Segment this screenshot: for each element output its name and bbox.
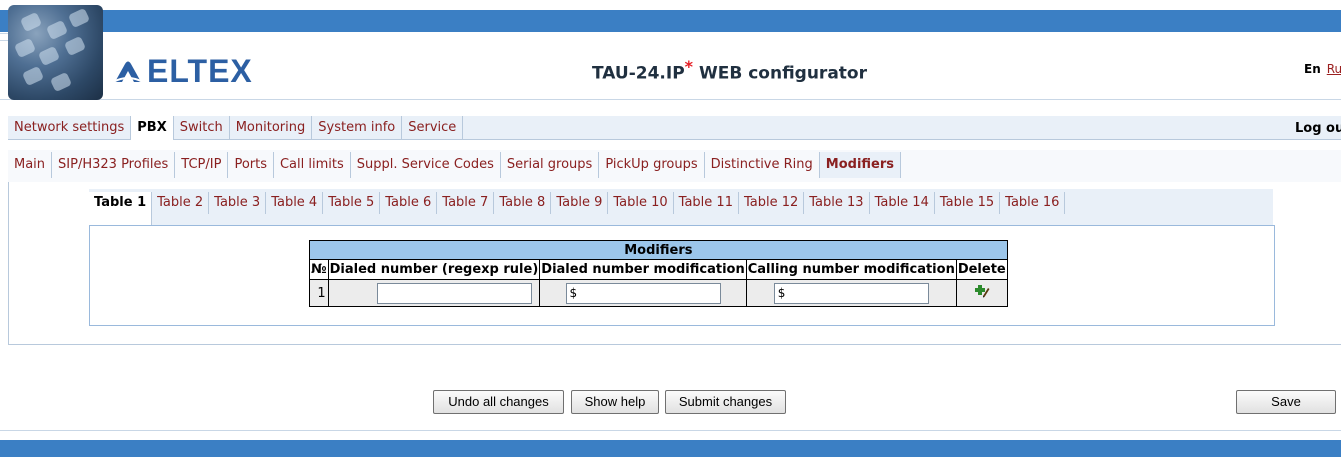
header-divider	[0, 99, 1341, 103]
lang-ru[interactable]: Ru	[1327, 62, 1341, 76]
add-delete-icon[interactable]	[974, 284, 990, 298]
column-header-delete: Delete	[955, 259, 1008, 280]
sub-nav-pickup-groups[interactable]: PickUp groups	[599, 152, 705, 178]
tab-table-5[interactable]: Table 5	[323, 192, 381, 214]
page: ELTEX TAU-24.IP* WEB configurator En Ru N…	[0, 0, 1341, 457]
column-header-dialed-modification: Dialed number modification	[539, 259, 747, 280]
sub-nav-modifiers[interactable]: Modifiers	[819, 152, 902, 178]
modifiers-caption: Modifiers	[309, 240, 1008, 260]
regexp-cell	[327, 279, 541, 307]
dialed-mod-cell	[539, 279, 747, 307]
tab-table-12[interactable]: Table 12	[739, 192, 805, 214]
footer-lines	[0, 430, 1341, 440]
tab-table-9[interactable]: Table 9	[551, 192, 609, 214]
table-row: 1	[309, 279, 1008, 307]
top-nav-monitoring[interactable]: Monitoring	[230, 116, 313, 140]
delete-cell	[955, 279, 1008, 307]
tab-table-15[interactable]: Table 15	[935, 192, 1001, 214]
top-nav-network-settings[interactable]: Network settings	[8, 116, 132, 140]
column-header-regexp: Dialed number (regexp rule)	[327, 259, 541, 280]
calling-modification-input[interactable]	[773, 282, 929, 304]
top-nav: Network settings PBX Switch Monitoring S…	[8, 116, 1341, 140]
sub-nav-serial-groups[interactable]: Serial groups	[501, 152, 600, 178]
tab-table-1[interactable]: Table 1	[89, 192, 153, 225]
tab-table-3[interactable]: Table 3	[209, 192, 267, 214]
page-title: TAU-24.IP* WEB configurator	[592, 57, 867, 84]
row-number: 1	[309, 279, 329, 307]
title-model: TAU-24.IP	[592, 63, 685, 84]
calling-mod-cell	[745, 279, 957, 307]
tab-table-16[interactable]: Table 16	[1000, 192, 1066, 214]
sub-nav: Main SIP/H323 Profiles TCP/IP Ports Call…	[8, 150, 1341, 182]
top-nav-system-info[interactable]: System info	[312, 116, 403, 140]
tab-table-13[interactable]: Table 13	[804, 192, 870, 214]
sub-nav-call-limits[interactable]: Call limits	[274, 152, 351, 178]
header-photo	[8, 5, 103, 100]
eltex-logo-icon	[113, 61, 143, 83]
tab-table-2[interactable]: Table 2	[152, 192, 210, 214]
dialed-modification-input[interactable]	[565, 282, 721, 304]
logout-link[interactable]: Log out	[1295, 121, 1341, 136]
tab-table-8[interactable]: Table 8	[494, 192, 552, 214]
save-button[interactable]: Save	[1236, 390, 1336, 414]
tab-table-4[interactable]: Table 4	[266, 192, 324, 214]
undo-all-changes-button[interactable]: Undo all changes	[433, 390, 564, 414]
eltex-logo: ELTEX	[113, 52, 253, 89]
tab-table-7[interactable]: Table 7	[437, 192, 495, 214]
table-tabs: Table 1 Table 2 Table 3 Table 4 Table 5 …	[89, 189, 1273, 225]
sub-nav-sip-h323-profiles[interactable]: SIP/H323 Profiles	[52, 152, 176, 178]
tab-table-11[interactable]: Table 11	[674, 192, 739, 214]
top-nav-pbx[interactable]: PBX	[131, 116, 174, 140]
language-switch: En Ru	[1304, 62, 1341, 76]
title-suffix: WEB configurator	[693, 63, 867, 84]
tab-table-10[interactable]: Table 10	[608, 192, 674, 214]
tab-table-14[interactable]: Table 14	[870, 192, 935, 214]
column-header-calling-modification: Calling number modification	[745, 259, 957, 280]
logo-text: ELTEX	[147, 52, 253, 89]
top-nav-switch[interactable]: Switch	[174, 116, 230, 140]
tab-table-6[interactable]: Table 6	[380, 192, 438, 214]
modifiers-table: Modifiers № Dialed number (regexp rule) …	[309, 240, 1008, 307]
sub-nav-distinctive-ring[interactable]: Distinctive Ring	[705, 152, 820, 178]
header-bar	[0, 10, 1341, 32]
sub-nav-main[interactable]: Main	[8, 152, 53, 178]
footer-bar	[0, 440, 1341, 457]
show-help-button[interactable]: Show help	[571, 390, 659, 414]
top-nav-service[interactable]: Service	[402, 116, 464, 140]
lang-en[interactable]: En	[1304, 62, 1321, 76]
sub-nav-tcp-ip[interactable]: TCP/IP	[175, 152, 229, 178]
column-header-number: №	[309, 259, 329, 280]
sub-nav-ports[interactable]: Ports	[228, 152, 274, 178]
regexp-input[interactable]	[377, 282, 533, 304]
sub-nav-suppl-service-codes[interactable]: Suppl. Service Codes	[351, 152, 501, 178]
title-mark: *	[684, 57, 694, 76]
submit-changes-button[interactable]: Submit changes	[665, 390, 786, 414]
